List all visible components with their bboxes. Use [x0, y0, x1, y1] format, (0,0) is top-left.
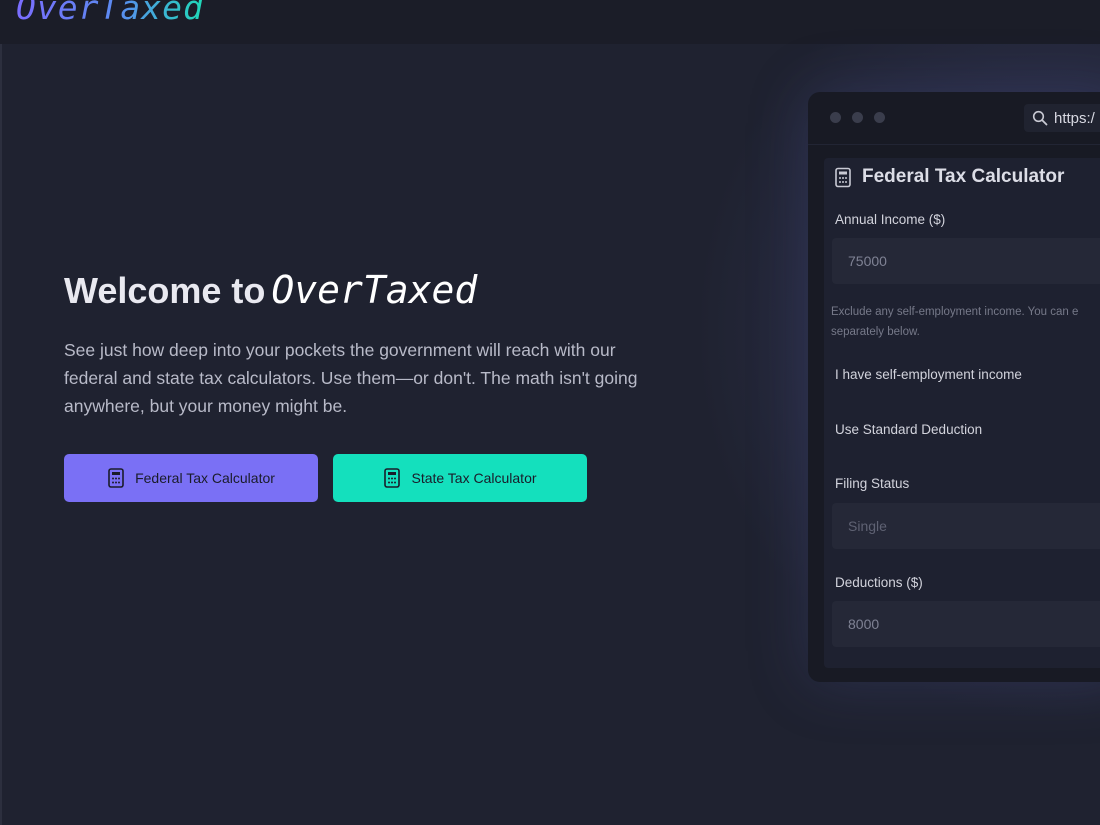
- deductions-input[interactable]: 8000: [832, 601, 1100, 647]
- hero-title-prefix: Welcome to: [64, 270, 266, 311]
- deductions-label: Deductions ($): [835, 575, 923, 590]
- state-tax-calculator-button[interactable]: State Tax Calculator: [333, 454, 587, 502]
- hint-line-1: Exclude any self-employment income. You …: [831, 306, 1079, 318]
- annual-income-input[interactable]: 75000: [832, 238, 1100, 284]
- hero-section: Welcome to OverTaxed See just how deep in…: [64, 262, 664, 502]
- window-dot-close: [830, 112, 841, 123]
- panel-header: Federal Tax Calculator: [834, 166, 1064, 188]
- calculator-icon: [835, 167, 851, 187]
- filing-status-select[interactable]: Single: [832, 503, 1100, 549]
- url-bar: https:/: [1024, 104, 1100, 132]
- filing-status-value: Single: [848, 518, 887, 534]
- self-employment-hint: Exclude any self-employment income. You …: [831, 302, 1100, 342]
- calculator-icon: [108, 468, 124, 488]
- calculator-icon: [384, 468, 401, 488]
- url-text: https:/: [1054, 109, 1095, 127]
- annual-income-label: Annual Income ($): [835, 212, 946, 227]
- state-tax-calculator-label: State Tax Calculator: [411, 470, 537, 486]
- hint-line-2: separately below.: [831, 326, 920, 338]
- annual-income-value: 75000: [848, 253, 887, 269]
- app-logo[interactable]: OverTaxed: [16, 0, 204, 27]
- page: OverTaxed Welcome to OverTaxed See just h…: [0, 0, 1100, 825]
- browser-title-bar: https:/: [808, 92, 1100, 145]
- standard-deduction-toggle-label[interactable]: Use Standard Deduction: [835, 422, 982, 437]
- window-dot-maximize: [874, 112, 885, 123]
- left-edge-divider: [0, 0, 2, 825]
- filing-status-label: Filing Status: [835, 476, 910, 491]
- deductions-value: 8000: [848, 616, 880, 632]
- federal-tax-calculator-button[interactable]: Federal Tax Calculator: [64, 454, 318, 502]
- self-employment-toggle-label[interactable]: I have self-employment income: [835, 367, 1022, 382]
- federal-calculator-panel: Federal Tax Calculator Annual Income ($)…: [824, 158, 1100, 668]
- browser-preview-window: https:/ Federal Tax Calculator Annual In…: [808, 92, 1100, 682]
- top-nav-bar: OverTaxed: [0, 0, 1100, 44]
- hero-title-brand: OverTaxed: [271, 268, 478, 312]
- hero-description: See just how deep into your pockets the …: [64, 340, 638, 416]
- panel-title: Federal Tax Calculator: [862, 166, 1065, 187]
- window-dot-minimize: [852, 112, 863, 123]
- hero-title: Welcome to OverTaxed: [64, 262, 664, 319]
- search-icon: [1032, 110, 1048, 126]
- federal-tax-calculator-label: Federal Tax Calculator: [135, 470, 275, 486]
